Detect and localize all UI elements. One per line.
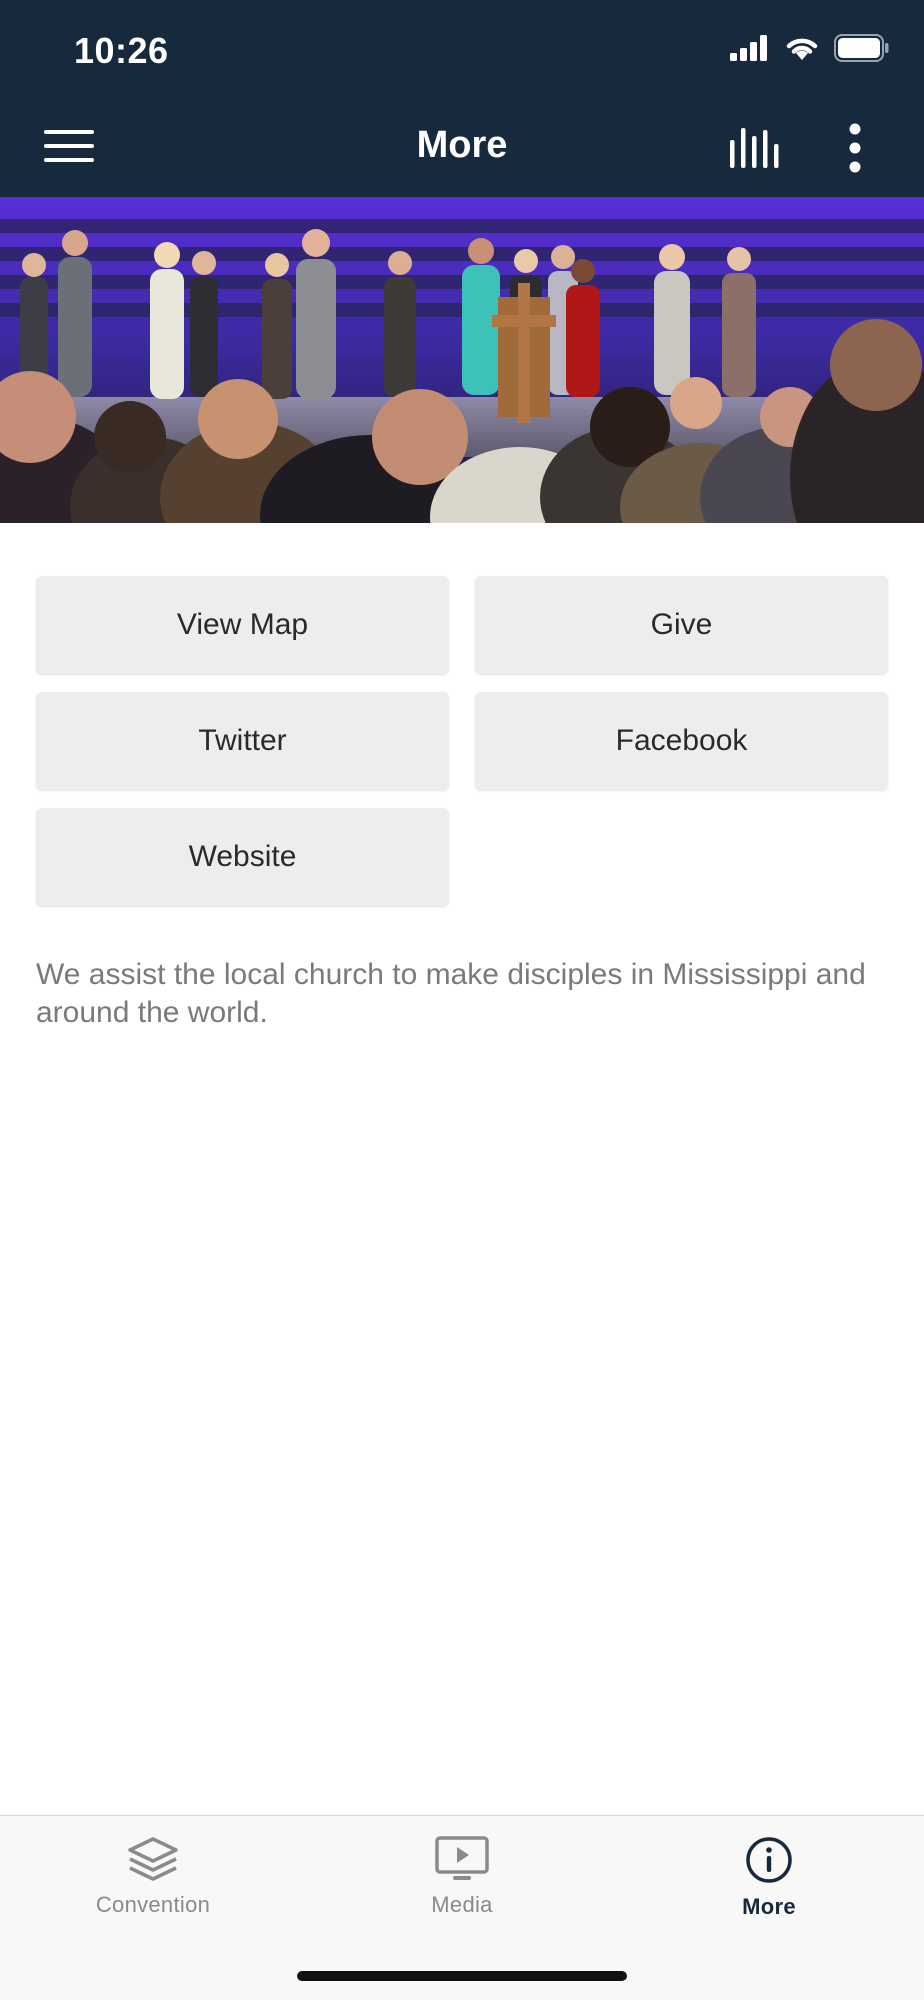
cellular-signal-icon xyxy=(730,35,770,66)
audio-stats-button[interactable] xyxy=(722,122,788,172)
twitter-button[interactable]: Twitter xyxy=(36,692,449,790)
tab-label-convention: Convention xyxy=(95,1892,211,1917)
worship-service-photo xyxy=(0,197,924,523)
hero-image xyxy=(0,197,924,523)
play-screen-icon xyxy=(435,1836,489,1880)
tab-convention[interactable]: Convention xyxy=(53,1836,253,1918)
more-vertical-icon xyxy=(849,123,861,173)
home-indicator[interactable] xyxy=(297,1971,627,1981)
view-map-button[interactable]: View Map xyxy=(36,576,449,674)
wifi-icon xyxy=(784,34,820,67)
link-buttons-grid: View Map Give Twitter Facebook Website xyxy=(36,576,888,906)
layers-icon xyxy=(128,1837,178,1881)
give-button[interactable]: Give xyxy=(475,576,888,674)
facebook-button[interactable]: Facebook xyxy=(475,692,888,790)
status-time: 10:26 xyxy=(74,30,169,71)
audio-bars-icon xyxy=(730,128,779,168)
website-button[interactable]: Website xyxy=(36,808,449,906)
info-circle-icon xyxy=(746,1837,792,1883)
top-app-bar: 10:26 More xyxy=(0,0,924,197)
overflow-menu-button[interactable] xyxy=(838,118,872,178)
battery-icon xyxy=(834,34,890,67)
tab-label-more: More xyxy=(742,1894,796,1919)
tab-label-media: Media xyxy=(431,1892,493,1917)
tab-media[interactable]: Media xyxy=(362,1836,562,1918)
description-text: We assist the local church to make disci… xyxy=(36,958,866,1029)
tab-more[interactable]: More xyxy=(669,1836,869,1920)
status-icons xyxy=(730,34,890,67)
